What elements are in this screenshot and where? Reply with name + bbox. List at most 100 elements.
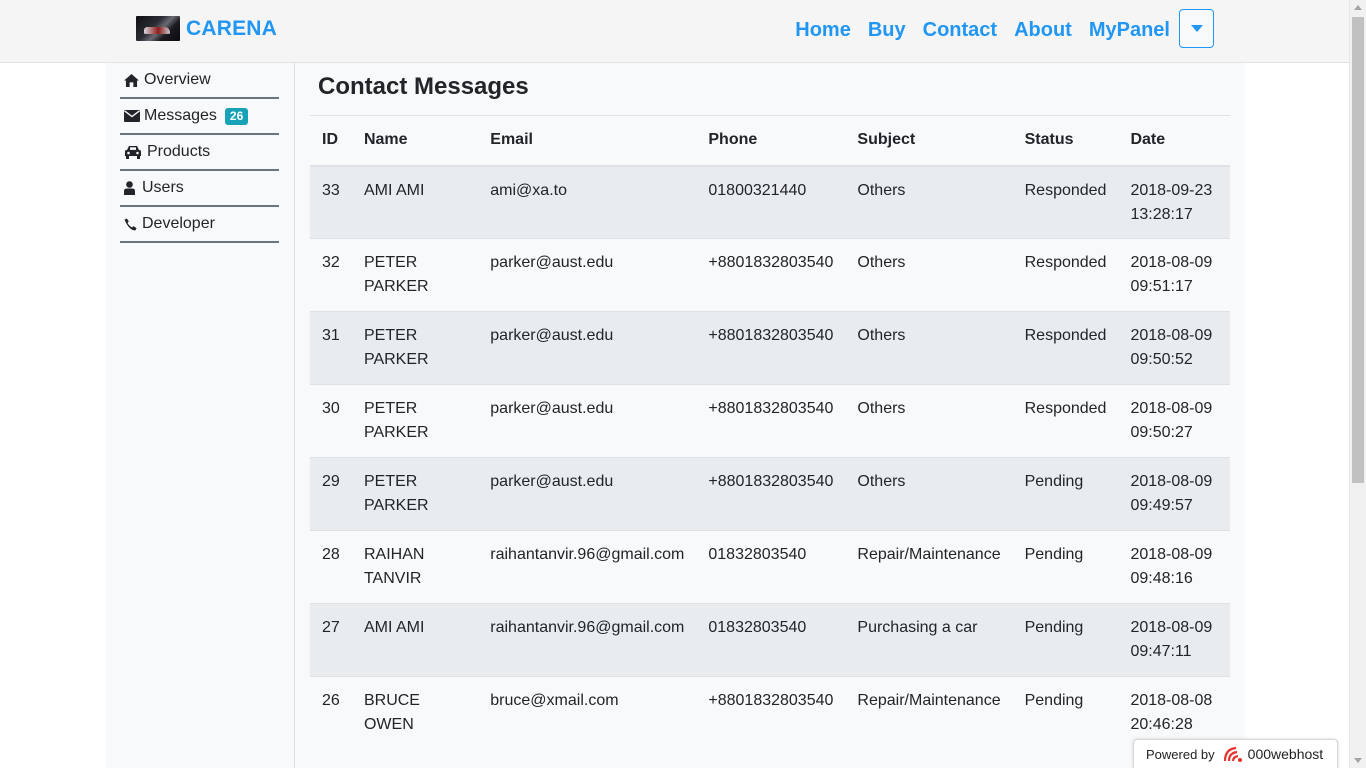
cell-phone: 01832803540 — [696, 530, 846, 604]
header-phone: Phone — [696, 115, 846, 167]
cell-id: 33 — [310, 165, 352, 239]
webhost-logo-icon — [1222, 745, 1244, 763]
messages-table-wrapper: ID Name Email Phone Subject Status Date … — [310, 115, 1230, 750]
cell-phone: +8801832803540 — [696, 384, 846, 458]
cell-phone: +8801832803540 — [696, 238, 846, 312]
main-content: Contact Messages ID Name Email Phone Sub… — [295, 63, 1245, 768]
sidebar-item-products[interactable]: Products — [120, 135, 279, 171]
table-row[interactable]: 28 RAIHAN TANVIR raihantanvir.96@gmail.com… — [310, 530, 1230, 604]
cell-status: Responded — [1012, 165, 1119, 239]
cell-id: 26 — [310, 676, 352, 750]
cell-email: bruce@xmail.com — [478, 676, 697, 750]
brand-name: CARENA — [186, 16, 278, 40]
nav-link-about[interactable]: About — [1014, 19, 1072, 42]
cell-id: 27 — [310, 603, 352, 677]
cell-id: 28 — [310, 530, 352, 604]
cell-phone: +8801832803540 — [696, 311, 846, 385]
top-navbar: CARENA Home Buy Contact About MyPanel — [0, 0, 1349, 63]
table-row[interactable]: 33 AMI AMI ami@xa.to 01800321440 Others Respo… — [310, 165, 1230, 239]
cell-name: BRUCE OWEN — [351, 676, 479, 750]
cell-subject: Others — [845, 311, 1013, 385]
cell-id: 32 — [310, 238, 352, 312]
cell-id: 30 — [310, 384, 352, 458]
table-row[interactable]: 29 PETER PARKER parker@aust.edu +8801832803… — [310, 457, 1230, 531]
table-row[interactable]: 32 PETER PARKER parker@aust.edu +8801832803… — [310, 238, 1230, 312]
cell-status: Responded — [1012, 311, 1119, 385]
header-id: ID — [310, 115, 352, 167]
page-scrollbar[interactable] — [1349, 0, 1366, 768]
cell-phone: +8801832803540 — [696, 457, 846, 531]
table-row[interactable]: 27 AMI AMI raihantanvir.96@gmail.com 018328… — [310, 603, 1230, 677]
car-icon — [124, 145, 144, 159]
cell-email: raihantanvir.96@gmail.com — [478, 603, 697, 677]
cell-date: 2018-08-09 09:50:52 — [1118, 311, 1230, 385]
sidebar-item-overview[interactable]: Overview — [120, 63, 279, 99]
user-icon — [124, 181, 139, 195]
sidebar-item-label: Users — [142, 179, 184, 196]
cell-name: AMI AMI — [351, 603, 479, 677]
table-row[interactable]: 31 PETER PARKER parker@aust.edu +8801832803… — [310, 311, 1230, 385]
brand-logo — [136, 16, 180, 41]
cell-status: Responded — [1012, 384, 1119, 458]
webhost-brand: 000webhost — [1247, 746, 1324, 762]
cell-email: ami@xa.to — [478, 165, 697, 239]
phone-icon — [124, 217, 139, 231]
cell-status: Pending — [1012, 457, 1119, 531]
cell-name: RAIHAN TANVIR — [351, 530, 479, 604]
cell-id: 29 — [310, 457, 352, 531]
header-name: Name — [351, 115, 479, 167]
cell-date: 2018-09-23 13:28:17 — [1118, 165, 1230, 239]
sidebar-item-users[interactable]: Users — [120, 171, 279, 207]
cell-status: Pending — [1012, 603, 1119, 677]
cell-name: PETER PARKER — [351, 238, 479, 312]
sidebar-item-label: Developer — [142, 215, 215, 232]
header-email: Email — [478, 115, 697, 167]
cell-date: 2018-08-09 09:48:16 — [1118, 530, 1230, 604]
sidebar-item-messages[interactable]: Messages 26 — [120, 99, 279, 135]
cell-phone: 01832803540 — [696, 603, 846, 677]
cell-date: 2018-08-09 09:49:57 — [1118, 457, 1230, 531]
nav-link-contact[interactable]: Contact — [923, 19, 997, 42]
cell-subject: Others — [845, 165, 1013, 239]
cell-status: Pending — [1012, 530, 1119, 604]
table-row[interactable]: 26 BRUCE OWEN bruce@xmail.com +880183280354… — [310, 676, 1230, 750]
header-status: Status — [1012, 115, 1119, 167]
sidebar-item-label: Products — [147, 143, 211, 160]
table-header-row: ID Name Email Phone Subject Status Date — [310, 115, 1230, 167]
cell-subject: Others — [845, 238, 1013, 312]
envelope-icon — [124, 110, 141, 122]
cell-email: parker@aust.edu — [478, 384, 697, 458]
table-row[interactable]: 30 PETER PARKER parker@aust.edu +8801832803… — [310, 384, 1230, 458]
caret-down-icon — [1190, 25, 1203, 32]
nav-links: Home Buy Contact About MyPanel — [778, 19, 1170, 42]
nav-dropdown-button[interactable] — [1179, 9, 1214, 48]
cell-date: 2018-08-09 09:51:17 — [1118, 238, 1230, 312]
messages-count-badge: 26 — [224, 107, 249, 125]
table-body: 33 AMI AMI ami@xa.to 01800321440 Others Respo… — [310, 165, 1230, 750]
cell-subject: Repair/Maintenance — [845, 676, 1013, 750]
powered-by-badge[interactable]: Powered by 000webhost — [1133, 739, 1338, 768]
nav-link-home[interactable]: Home — [795, 19, 851, 42]
sidebar-item-label: Messages — [144, 107, 217, 124]
cell-status: Responded — [1012, 238, 1119, 312]
scrollbar-thumb[interactable] — [1352, 17, 1364, 483]
cell-date: 2018-08-09 09:47:11 — [1118, 603, 1230, 677]
nav-link-mypanel[interactable]: MyPanel — [1089, 19, 1170, 42]
cell-name: AMI AMI — [351, 165, 479, 239]
cell-name: PETER PARKER — [351, 457, 479, 531]
cell-subject: Others — [845, 457, 1013, 531]
sidebar-item-developer[interactable]: Developer — [120, 207, 279, 243]
brand-link[interactable]: CARENA — [136, 16, 277, 41]
cell-email: parker@aust.edu — [478, 457, 697, 531]
cell-id: 31 — [310, 311, 352, 385]
scroll-down-arrow-icon[interactable] — [1354, 758, 1362, 763]
powered-by-label: Powered by — [1146, 746, 1215, 762]
cell-phone: +8801832803540 — [696, 676, 846, 750]
scroll-up-arrow-icon[interactable] — [1354, 5, 1362, 10]
cell-phone: 01800321440 — [696, 165, 846, 239]
cell-email: parker@aust.edu — [478, 238, 697, 312]
nav-link-buy[interactable]: Buy — [868, 19, 906, 42]
cell-status: Pending — [1012, 676, 1119, 750]
sidebar-item-label: Overview — [144, 71, 211, 88]
cell-subject: Others — [845, 384, 1013, 458]
